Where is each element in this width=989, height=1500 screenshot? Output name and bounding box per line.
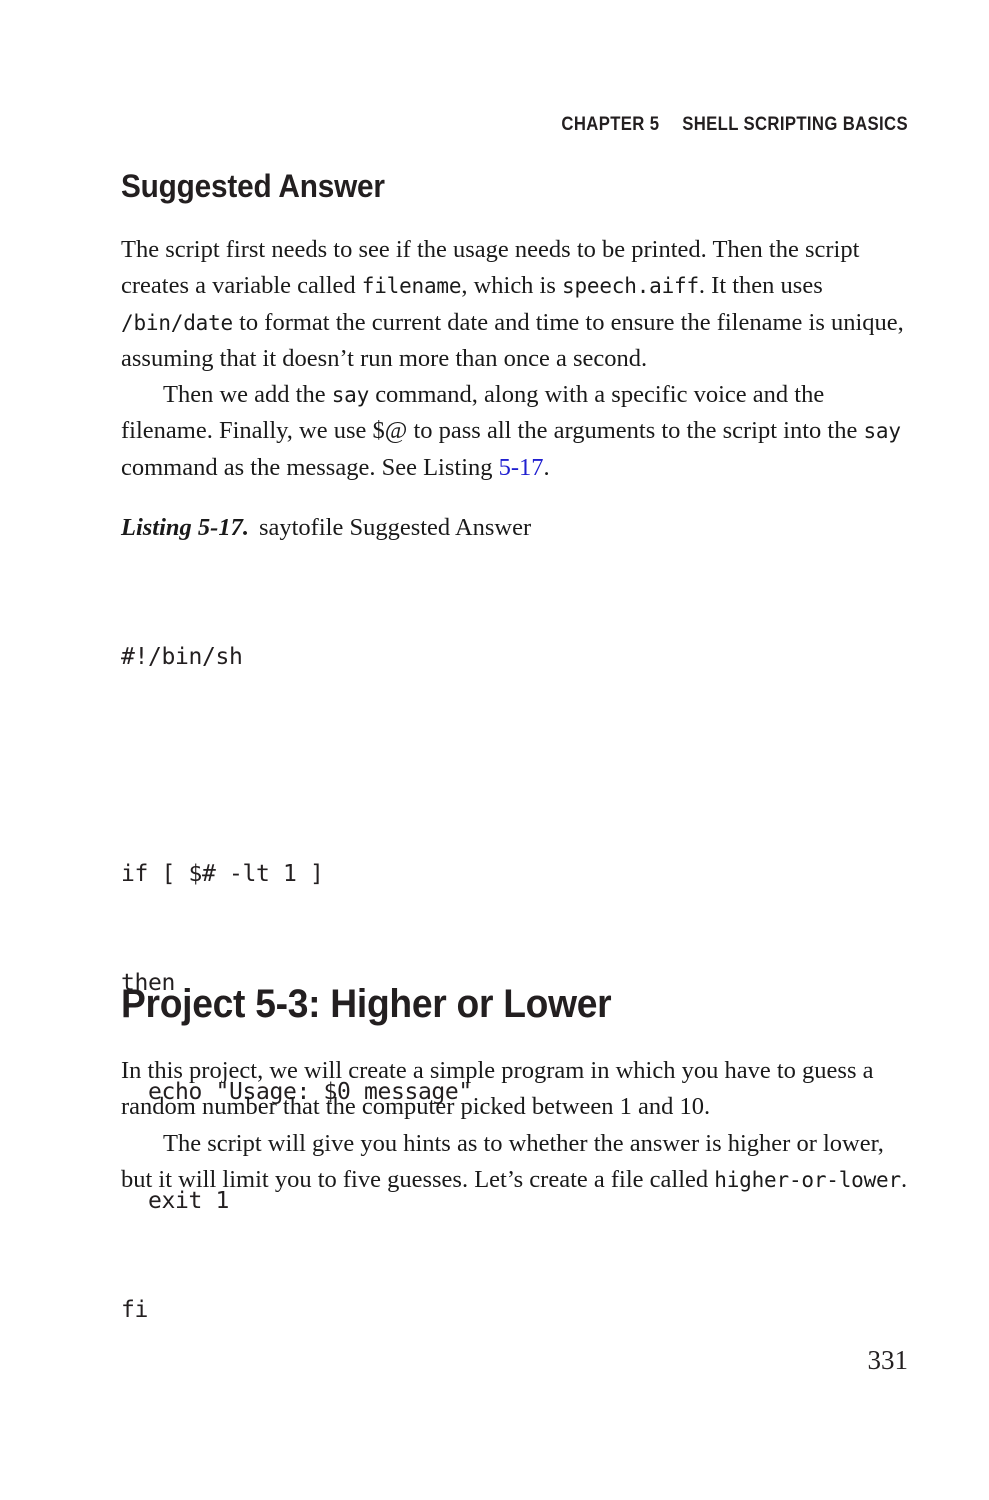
text-run: . It then uses <box>698 272 823 300</box>
paragraph-project-details: The script will give you hints as to whe… <box>121 1126 911 1199</box>
heading-project-5-3: Project 5-3: Higher or Lower <box>121 982 612 1026</box>
text-run: command as the message. See Listing <box>121 453 499 481</box>
code-line: if [ $# -lt 1 ] <box>121 861 324 888</box>
running-header: CHAPTER 5 SHELL SCRIPTING BASICS <box>215 114 908 136</box>
inline-code-say: say <box>331 383 370 407</box>
paragraph-text: The script will give you hints as to whe… <box>121 1126 911 1199</box>
book-page: CHAPTER 5 SHELL SCRIPTING BASICS Suggeste… <box>0 0 989 1500</box>
running-header-chapter-title: SHELL SCRIPTING BASICS <box>682 114 908 135</box>
listing-caption-title: saytofile Suggested Answer <box>258 514 532 541</box>
code-listing: #!/bin/sh if [ $# -lt 1 ] then echo "Usa… <box>121 566 921 1500</box>
code-line: fi <box>121 1296 148 1323</box>
code-line: #!/bin/sh <box>121 643 243 670</box>
listing-caption-label: Listing 5-17. <box>121 514 249 541</box>
inline-code-higher-or-lower: higher-or-lower <box>714 1168 901 1193</box>
paragraph-text: In this project, we will create a simple… <box>121 1057 874 1121</box>
paragraph-project-intro: In this project, we will create a simple… <box>121 1053 911 1126</box>
inline-code-say: say <box>863 419 901 444</box>
text-run: to format the current date and time to e… <box>121 308 904 372</box>
running-header-chapter-number: CHAPTER 5 <box>561 114 660 135</box>
text-run: . <box>900 1166 908 1194</box>
text-run: , which is <box>461 272 563 300</box>
text-run: Then we add the <box>163 381 332 408</box>
paragraph-script-description: The script first needs to see if the usa… <box>121 232 911 377</box>
paragraph-text: Then we add the say command, along with … <box>121 377 911 486</box>
inline-code-speech-aiff: speech.aiff <box>562 274 699 299</box>
text-run: . <box>543 453 550 481</box>
inline-code-filename: filename <box>361 274 462 299</box>
listing-cross-reference-link[interactable]: 5-17 <box>499 454 544 481</box>
paragraph-text: The script first needs to see if the usa… <box>121 232 911 377</box>
paragraph-say-command: Then we add the say command, along with … <box>121 377 911 486</box>
heading-suggested-answer: Suggested Answer <box>121 168 385 204</box>
page-number: 331 <box>867 1345 909 1375</box>
inline-code-bin-date: /bin/date <box>121 310 233 335</box>
listing-caption: Listing 5-17. saytofile Suggested Answer <box>121 511 911 545</box>
